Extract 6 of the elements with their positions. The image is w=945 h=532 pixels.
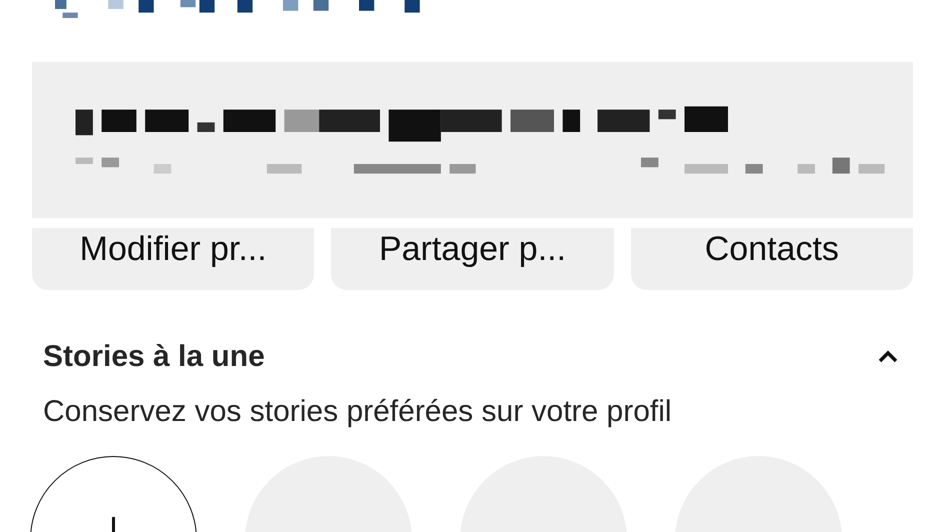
section-subtitle: Conservez vos stories préférées sur votre profil: [42, 394, 673, 430]
section-title: Stories à la une: [43, 339, 265, 375]
profile-button[interactable]: Modifier pr...: [32, 228, 314, 290]
chevron-up-icon: [877, 350, 899, 364]
profile-button[interactable]: Contacts: [630, 228, 913, 290]
profile-button[interactable]: Partager p...: [331, 228, 614, 290]
